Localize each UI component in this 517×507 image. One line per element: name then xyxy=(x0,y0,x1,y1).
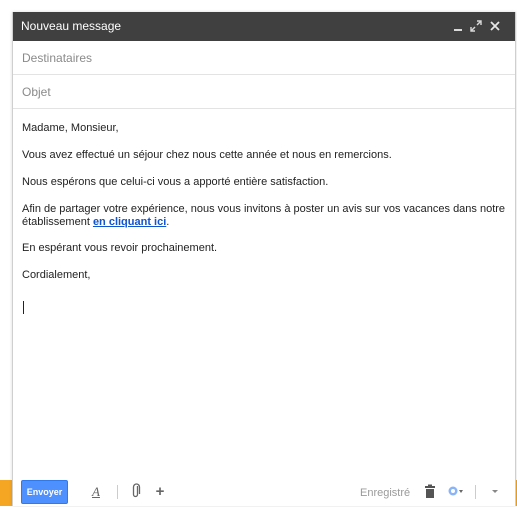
message-body[interactable]: Madame, Monsieur, Vous avez effectué un … xyxy=(22,118,506,468)
plus-icon[interactable]: + xyxy=(153,482,167,502)
body-paragraph: Nous espérons que celui-ci vous a apport… xyxy=(22,176,329,188)
body-text: . xyxy=(166,216,170,228)
compose-titlebar[interactable]: Nouveau message xyxy=(13,12,515,41)
subject-field xyxy=(13,75,515,109)
recipients-field xyxy=(13,41,515,75)
body-greeting: Madame, Monsieur, xyxy=(22,122,119,134)
expand-icon[interactable] xyxy=(469,17,483,35)
saved-status: Enregistré xyxy=(360,487,411,499)
label-icon[interactable] xyxy=(446,482,466,502)
body-paragraph-with-link: Afin de partager votre expérience, nous … xyxy=(22,203,506,229)
body-closing: Cordialement, xyxy=(22,269,91,281)
chevron-down-icon[interactable] xyxy=(489,482,501,502)
compose-title: Nouveau message xyxy=(21,19,122,33)
toolbar-divider xyxy=(117,485,118,499)
review-link[interactable]: en cliquant ici xyxy=(93,216,166,228)
text-cursor xyxy=(23,301,24,314)
body-paragraph: En espérant vous revoir prochainement. xyxy=(22,242,218,254)
compose-window: Nouveau message Madame, Monsieur, Vous a… xyxy=(12,12,516,506)
trash-icon[interactable] xyxy=(423,482,437,502)
body-paragraph: Vous avez effectué un séjour chez nous c… xyxy=(22,149,392,161)
send-button[interactable]: Envoyer xyxy=(21,480,68,504)
text-format-icon[interactable]: A xyxy=(89,482,103,502)
minimize-icon[interactable] xyxy=(451,17,465,35)
toolbar-divider xyxy=(475,485,476,499)
paperclip-icon[interactable] xyxy=(129,482,143,502)
background-window-edge xyxy=(0,480,12,506)
recipients-input[interactable] xyxy=(22,50,502,66)
close-icon[interactable] xyxy=(488,17,502,35)
subject-input[interactable] xyxy=(22,84,502,100)
compose-toolbar: Envoyer A + Enregistré xyxy=(13,478,515,506)
